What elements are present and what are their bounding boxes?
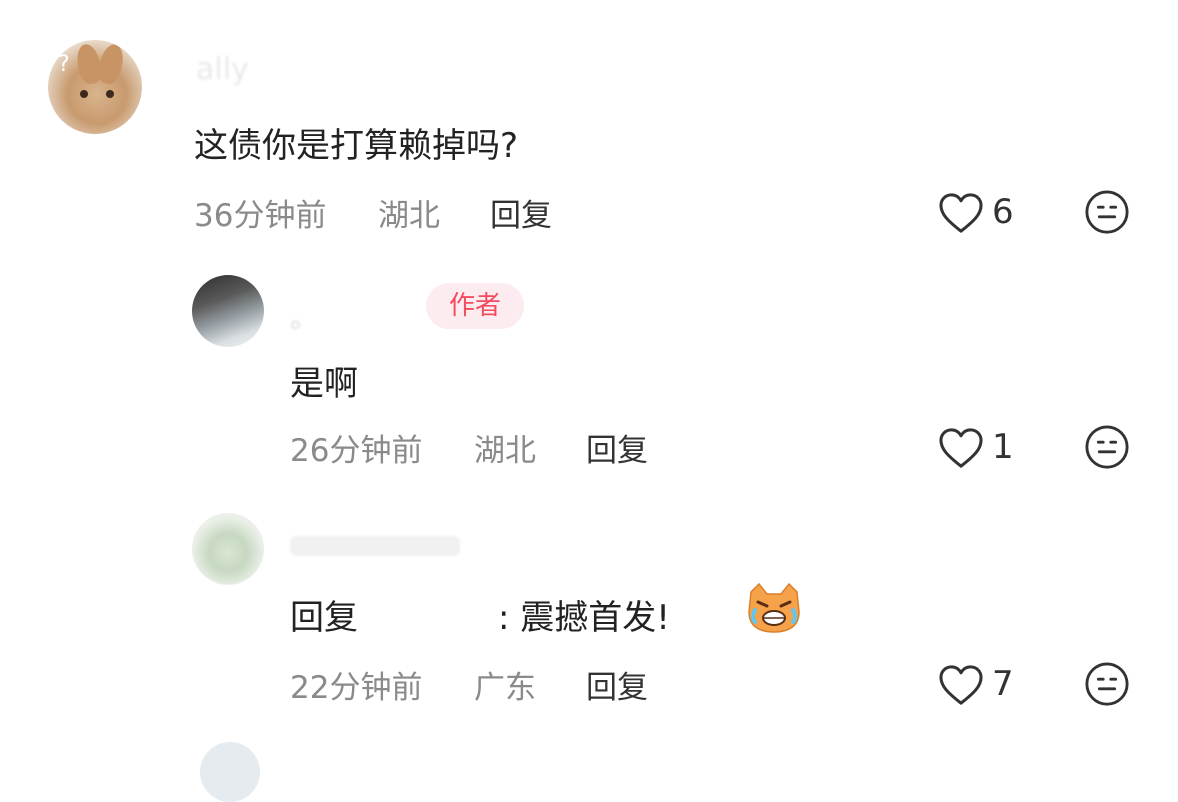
like-count: 7 <box>992 664 1014 704</box>
comment-text: : 震撼首发! <box>498 598 670 638</box>
comment-location: 湖北 <box>474 433 536 469</box>
heart-icon[interactable] <box>938 427 984 469</box>
avatar[interactable] <box>192 275 264 347</box>
username[interactable]: ally <box>196 52 249 87</box>
author-badge: 作者 <box>426 283 524 329</box>
heart-icon[interactable] <box>938 192 984 234</box>
avatar[interactable] <box>200 742 260 802</box>
like-count: 1 <box>992 427 1014 467</box>
comment-text: 这债你是打算赖掉吗? <box>194 126 519 166</box>
neutral-face-icon[interactable] <box>1084 424 1130 470</box>
comment-location: 广东 <box>474 670 536 706</box>
avatar[interactable] <box>192 513 264 585</box>
reply-button[interactable]: 回复 <box>586 662 648 707</box>
reply-button[interactable]: 回复 <box>586 425 648 470</box>
redacted-mention <box>372 592 502 636</box>
avatar[interactable]: ? <box>48 40 142 134</box>
like-count: 6 <box>992 192 1014 232</box>
reply-button[interactable]: 回复 <box>490 190 552 235</box>
comment-time: 36分钟前 <box>194 198 327 234</box>
comment-location: 湖北 <box>378 198 440 234</box>
reply-prefix: 回复 <box>290 598 358 638</box>
comment-time: 26分钟前 <box>290 433 423 469</box>
neutral-face-icon[interactable] <box>1084 189 1130 235</box>
username[interactable] <box>290 536 460 556</box>
crying-cat-emoji-icon <box>748 582 800 633</box>
comment-text: 是啊 <box>290 364 358 404</box>
heart-icon[interactable] <box>938 664 984 706</box>
neutral-face-icon[interactable] <box>1084 661 1130 707</box>
comment-time: 22分钟前 <box>290 670 423 706</box>
question-mark-decoration: ? <box>58 52 70 77</box>
username[interactable]: 。 <box>290 296 318 336</box>
